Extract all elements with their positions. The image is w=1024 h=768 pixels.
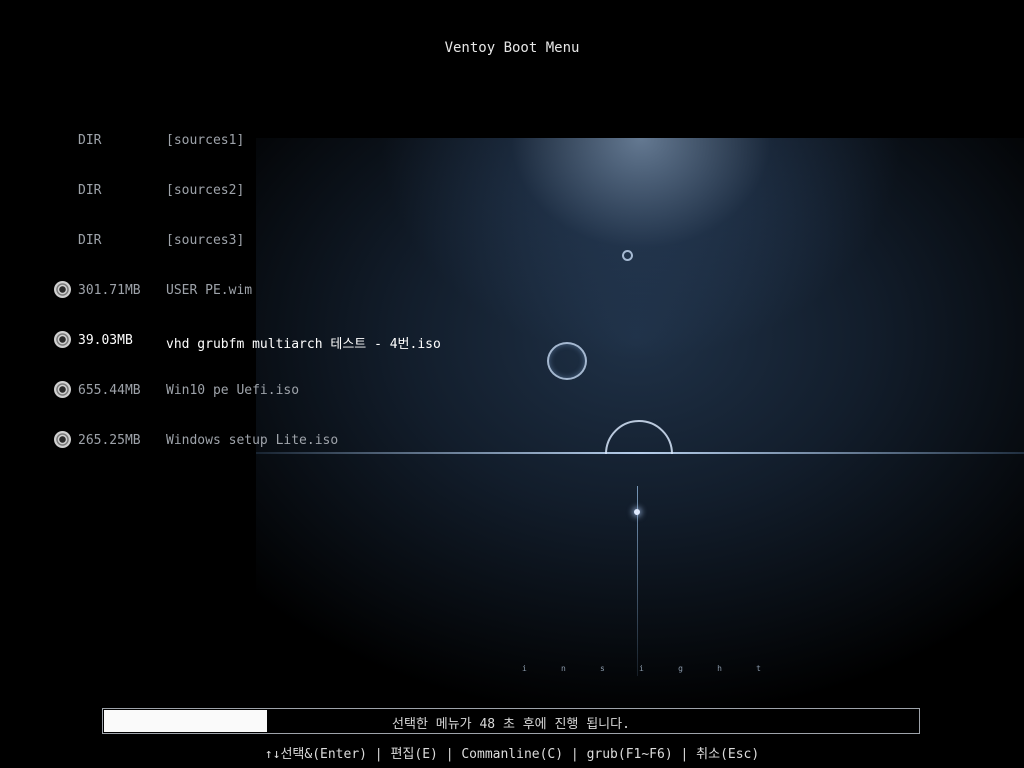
wallpaper-insight-text: i n s i g h t [522,664,762,676]
menu-item-size: 265.25MB [78,433,141,448]
menu-item-label: [sources2] [166,183,245,198]
menu-item-label: USER PE.wim [166,283,253,298]
disc-icon [54,381,71,398]
wallpaper-letter: h [717,664,723,673]
menu-item-sources3[interactable]: DIR [sources3] [54,231,654,281]
boot-menu: DIR [sources1] DIR [sources2] DIR [sourc… [54,131,654,481]
wallpaper-letter: s [600,664,606,673]
menu-item-type: DIR [78,233,102,248]
menu-item-user-pe[interactable]: 301.71MB USER PE.wim [54,281,654,331]
disc-icon [54,431,71,448]
menu-item-size: 301.71MB [78,283,141,298]
keyboard-hint: ↑↓선택&(Enter) | 편집(E) | Commanline(C) | g… [264,747,760,762]
menu-item-size: 655.44MB [78,383,141,398]
page-title: Ventoy Boot Menu [444,40,580,56]
disc-icon [54,281,71,298]
wallpaper-letter: i [522,664,528,673]
menu-item-vhd-grubfm[interactable]: 39.03MB vhd grubfm multiarch 테스트 - 4번.is… [54,331,654,381]
wallpaper-letter: n [561,664,567,673]
disc-icon [54,331,71,348]
menu-item-label: vhd grubfm multiarch 테스트 - 4번.iso [166,337,441,352]
menu-item-sources1[interactable]: DIR [sources1] [54,131,654,181]
wallpaper-letter: g [678,664,684,673]
menu-item-type: DIR [78,183,102,198]
menu-item-label: [sources1] [166,133,245,148]
menu-item-win10-pe[interactable]: 655.44MB Win10 pe Uefi.iso [54,381,654,431]
wallpaper-letter: i [639,664,645,673]
menu-item-windows-setup[interactable]: 265.25MB Windows setup Lite.iso [54,431,654,481]
menu-item-type: DIR [78,133,102,148]
timeout-progress-bar: 선택한 메뉴가 48 초 후에 진행 됩니다. [102,708,920,734]
menu-item-size: 39.03MB [78,333,133,348]
wallpaper-letter: t [756,664,762,673]
menu-item-label: [sources3] [166,233,245,248]
wallpaper-glow-dot [634,509,640,515]
menu-item-label: Windows setup Lite.iso [166,433,339,448]
menu-item-sources2[interactable]: DIR [sources2] [54,181,654,231]
timeout-message: 선택한 메뉴가 48 초 후에 진행 됩니다. [392,717,630,732]
menu-item-label: Win10 pe Uefi.iso [166,383,300,398]
